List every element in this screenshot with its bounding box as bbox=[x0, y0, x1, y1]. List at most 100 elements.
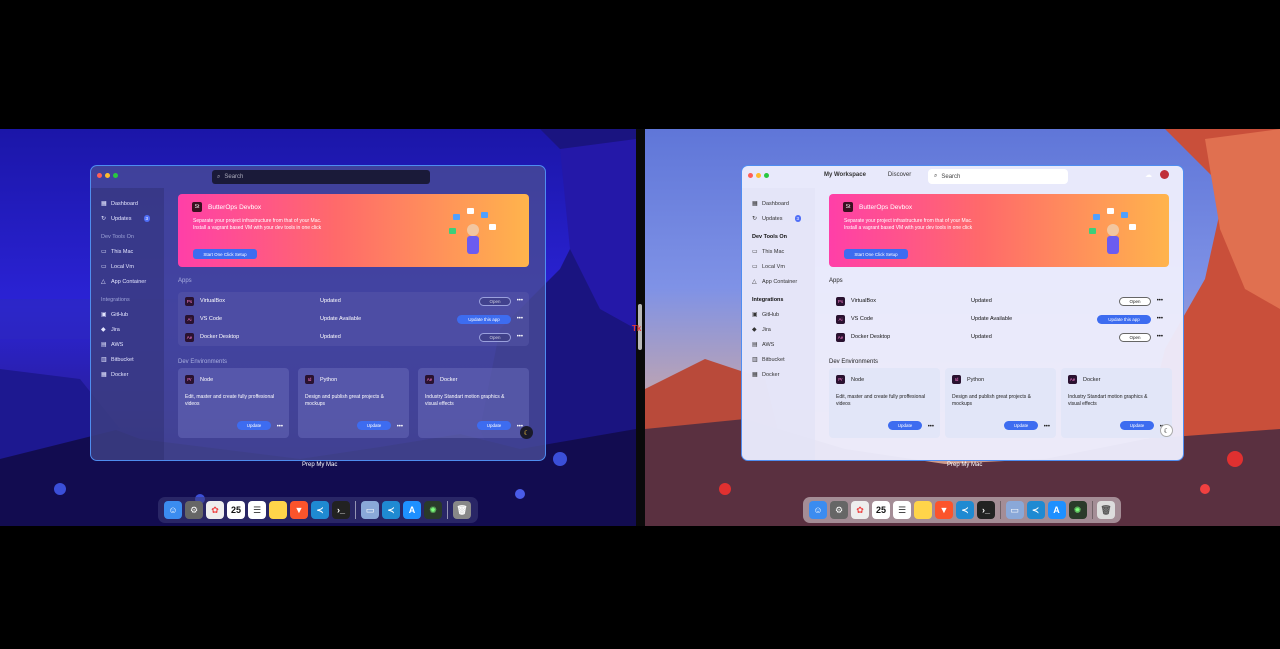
avatar[interactable] bbox=[1160, 170, 1169, 179]
appstore-icon[interactable]: A bbox=[403, 501, 421, 519]
dev-env-card[interactable]: Pr Node Edit, master and create fully pr… bbox=[178, 368, 289, 438]
sidebar-item-updates[interactable]: ↻ Updates 3 bbox=[752, 211, 815, 226]
moon-icon[interactable]: ☾ bbox=[1160, 424, 1173, 437]
vscode-icon[interactable]: ≺ bbox=[956, 501, 974, 519]
sidebar-item-docker[interactable]: ▦ Docker bbox=[101, 367, 164, 382]
sidebar-item-github[interactable]: ▣ GitHub bbox=[752, 307, 815, 322]
sidebar-item-docker[interactable]: ▦ Docker bbox=[752, 367, 815, 382]
open-button[interactable]: Open bbox=[479, 296, 511, 306]
dev-env-card[interactable]: Id Python Design and publish great proje… bbox=[945, 368, 1056, 438]
vscode-icon[interactable]: ≺ bbox=[1026, 501, 1045, 519]
dev-env-card[interactable]: Ae Docker Industry Standart motion graph… bbox=[418, 368, 529, 438]
open-button[interactable]: Open bbox=[1119, 296, 1151, 306]
photos-icon[interactable]: ✿ bbox=[206, 501, 224, 519]
launchpad-icon[interactable]: ⚙ bbox=[185, 501, 203, 519]
brave-icon[interactable]: ▼ bbox=[935, 501, 953, 519]
dev-env-card[interactable]: Pr Node Edit, master and create fully pr… bbox=[829, 368, 940, 438]
dev-env-name: Python bbox=[320, 377, 338, 383]
vscode-icon[interactable]: ≺ bbox=[382, 501, 400, 519]
more-icon[interactable]: ••• bbox=[1044, 424, 1050, 430]
reminders-icon[interactable]: ☰ bbox=[248, 501, 266, 519]
sidebar-item-local-vm[interactable]: ▭ Local Vm bbox=[752, 259, 815, 274]
notes-icon[interactable] bbox=[269, 501, 287, 519]
update-button[interactable]: Update bbox=[1120, 421, 1154, 430]
sidebar-item-jira[interactable]: ◆ Jira bbox=[101, 322, 164, 337]
dev-env-card[interactable]: Ae Docker Industry Standart motion graph… bbox=[1061, 368, 1172, 438]
close-button[interactable] bbox=[97, 173, 102, 178]
sidebar-item-bitbucket[interactable]: ▥ Bitbucket bbox=[101, 352, 164, 367]
more-icon[interactable]: ••• bbox=[517, 334, 523, 340]
preview-icon[interactable]: ▭ bbox=[361, 501, 379, 519]
sidebar-item-app-container[interactable]: △ App Container bbox=[752, 274, 815, 289]
vscode-icon[interactable]: ≺ bbox=[311, 501, 329, 519]
preview-icon[interactable]: ▭ bbox=[1005, 501, 1024, 519]
sidebar-item-github[interactable]: ▣ GitHub bbox=[101, 307, 164, 322]
app-icon[interactable]: ✺ bbox=[1068, 501, 1087, 519]
sidebar-item-jira[interactable]: ◆ Jira bbox=[752, 322, 815, 337]
calendar-icon[interactable]: 25 bbox=[872, 501, 890, 519]
finder-icon[interactable]: ☺ bbox=[809, 501, 827, 519]
sidebar-item-bitbucket[interactable]: ▥ Bitbucket bbox=[752, 352, 815, 367]
zoom-button[interactable] bbox=[113, 173, 118, 178]
sidebar-item-aws[interactable]: ▤ AWS bbox=[752, 337, 815, 352]
sidebar-item-app-container[interactable]: △ App Container bbox=[101, 274, 164, 289]
aws-icon: ▤ bbox=[752, 341, 758, 348]
trash-icon[interactable]: 🗑 bbox=[453, 501, 471, 519]
more-icon[interactable]: ••• bbox=[1157, 316, 1163, 322]
one-click-setup-button[interactable]: Start One Click Setup bbox=[193, 249, 257, 259]
sidebar-item-dashboard[interactable]: ▦ Dashboard bbox=[752, 196, 815, 211]
sidebar-item-local-vm[interactable]: ▭ Local Vm bbox=[101, 259, 164, 274]
update-app-button[interactable]: Update this app bbox=[457, 314, 511, 324]
terminal-icon[interactable]: ›_ bbox=[332, 501, 350, 519]
search-input[interactable]: ⌕ Search bbox=[212, 170, 430, 184]
zoom-button[interactable] bbox=[764, 173, 769, 178]
dev-env-card[interactable]: Id Python Design and publish great proje… bbox=[298, 368, 409, 438]
sidebar-item-this-mac[interactable]: ▭ This Mac bbox=[101, 244, 164, 259]
sidebar-item-dashboard[interactable]: ▦ Dashboard bbox=[101, 196, 164, 211]
app-icon[interactable]: ✺ bbox=[424, 501, 442, 519]
more-icon[interactable]: ••• bbox=[277, 424, 283, 430]
launchpad-icon[interactable]: ⚙ bbox=[830, 501, 848, 519]
open-button[interactable]: Open bbox=[479, 332, 511, 342]
split-view-divider[interactable]: Tk bbox=[632, 129, 645, 526]
brave-icon[interactable]: ▼ bbox=[290, 501, 308, 519]
dev-environments-heading: Dev Environments bbox=[178, 359, 228, 365]
close-button[interactable] bbox=[748, 173, 753, 178]
update-button[interactable]: Update bbox=[237, 421, 271, 430]
tab-discover[interactable]: Discover bbox=[888, 172, 911, 178]
window-controls[interactable] bbox=[748, 173, 769, 178]
update-button[interactable]: Update bbox=[357, 421, 391, 430]
notes-icon[interactable] bbox=[914, 501, 932, 519]
cloud-icon[interactable]: ☁ bbox=[1145, 171, 1152, 179]
one-click-setup-button[interactable]: Start One Click Setup bbox=[844, 249, 908, 259]
terminal-icon[interactable]: ›_ bbox=[977, 501, 995, 519]
sidebar-item-updates[interactable]: ↻ Updates 3 bbox=[101, 211, 164, 226]
more-icon[interactable]: ••• bbox=[1157, 334, 1163, 340]
sidebar-item-this-mac[interactable]: ▭ This Mac bbox=[752, 244, 815, 259]
update-button[interactable]: Update bbox=[477, 421, 511, 430]
search-input[interactable]: ⌕ Search bbox=[928, 169, 1068, 184]
update-button[interactable]: Update bbox=[888, 421, 922, 430]
more-icon[interactable]: ••• bbox=[928, 424, 934, 430]
update-button[interactable]: Update bbox=[1004, 421, 1038, 430]
moon-icon[interactable]: ☾ bbox=[520, 426, 533, 439]
calendar-icon[interactable]: 25 bbox=[227, 501, 245, 519]
finder-icon[interactable]: ☺ bbox=[164, 501, 182, 519]
appstore-icon[interactable]: A bbox=[1047, 501, 1066, 519]
sidebar-item-aws[interactable]: ▤ AWS bbox=[101, 337, 164, 352]
github-icon: ▣ bbox=[752, 311, 758, 318]
more-icon[interactable]: ••• bbox=[1157, 298, 1163, 304]
more-icon[interactable]: ••• bbox=[397, 424, 403, 430]
minimize-button[interactable] bbox=[756, 173, 761, 178]
more-icon[interactable]: ••• bbox=[517, 298, 523, 304]
tab-my-workspace[interactable]: My Workspace bbox=[824, 172, 866, 178]
update-app-button[interactable]: Update this app bbox=[1097, 314, 1151, 324]
window-controls[interactable] bbox=[97, 173, 118, 178]
reminders-icon[interactable]: ☰ bbox=[893, 501, 911, 519]
photos-icon[interactable]: ✿ bbox=[851, 501, 869, 519]
minimize-button[interactable] bbox=[105, 173, 110, 178]
more-icon[interactable]: ••• bbox=[517, 316, 523, 322]
dock: ☺ ⚙ ✿ 25 ☰ ▼ ≺ ›_ ▭ ≺ A ✺ 🗑 bbox=[158, 497, 478, 523]
trash-icon[interactable]: 🗑 bbox=[1097, 501, 1115, 519]
open-button[interactable]: Open bbox=[1119, 332, 1151, 342]
